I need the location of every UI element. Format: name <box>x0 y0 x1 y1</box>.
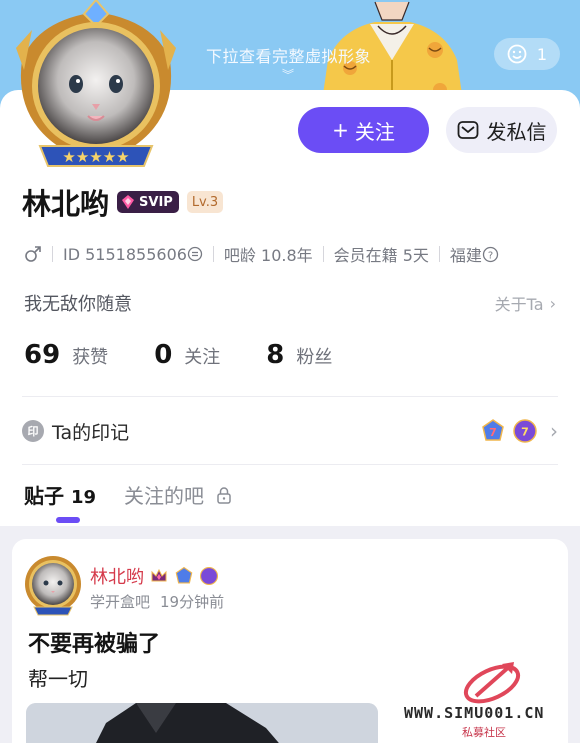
post-image[interactable] <box>26 703 378 743</box>
divider <box>52 246 53 262</box>
post-bar-name[interactable]: 学开盒吧 <box>90 591 150 612</box>
active-tab-indicator <box>56 517 80 523</box>
seal-row[interactable]: 印 Ta的印记 7 7 › <box>22 416 558 446</box>
divider <box>322 246 324 262</box>
level-badge: Lv.3 <box>186 191 224 213</box>
male-gender-icon <box>25 246 41 262</box>
seal-label: Ta的印记 <box>52 421 130 444</box>
message-label: 发私信 <box>486 119 547 144</box>
tab-followed-bars[interactable]: 关注的吧 <box>124 480 232 509</box>
smile-icon <box>507 44 527 64</box>
post-time: 19分钟前 <box>160 593 225 611</box>
crown-badge-icon <box>151 568 167 582</box>
membership-duration: 会员在籍 5天 <box>333 246 429 265</box>
stats-row: 69 获赞 0 关注 8 粉丝 <box>24 340 332 370</box>
section-divider <box>22 396 558 397</box>
pull-down-hint: 下拉查看完整虚拟形象 <box>206 47 372 66</box>
envelope-icon <box>457 121 478 139</box>
chevron-right-icon: › <box>549 293 556 313</box>
stat-following[interactable]: 0 关注 <box>154 340 220 370</box>
svip-badge[interactable]: SVIP <box>117 191 179 213</box>
chevron-right-icon: › <box>550 419 558 443</box>
svg-text:?: ? <box>488 250 493 261</box>
location[interactable]: 福建 ? <box>450 242 499 266</box>
post-author-avatar[interactable] <box>20 553 86 619</box>
level-badge-blue-icon <box>175 566 193 584</box>
svg-text:7: 7 <box>521 426 529 439</box>
watermark-subtitle: 私募社区 <box>462 726 506 739</box>
user-id[interactable]: ID 5151855606 <box>63 245 203 264</box>
post-meta: 学开盒吧 19分钟前 <box>90 591 224 612</box>
watermark-logo-icon <box>463 662 521 704</box>
svg-text:★★★★★: ★★★★★ <box>62 148 129 166</box>
site-watermark: WWW.SIMU001.CN 私募社区 <box>400 660 580 743</box>
bar-age: 吧龄 10.8年 <box>223 246 313 265</box>
emoji-reaction-button[interactable]: 1 <box>494 38 560 70</box>
seal-icon: 印 <box>22 420 44 442</box>
lock-icon <box>217 486 231 504</box>
stat-likes[interactable]: 69 获赞 <box>24 340 108 370</box>
post-author-name[interactable]: 林北哟 <box>90 563 144 589</box>
copy-icon[interactable] <box>187 246 203 262</box>
svg-text:7: 7 <box>489 426 497 439</box>
level-seven-badge-purple: 7 <box>513 419 537 443</box>
about-ta-link[interactable]: 关于Ta › <box>495 291 556 315</box>
divider <box>212 246 214 262</box>
emoji-count: 1 <box>536 44 548 64</box>
username: 林北哟 <box>22 187 110 221</box>
user-avatar[interactable]: ★★★★★ <box>4 0 188 172</box>
post-body: 帮一切 <box>28 667 88 691</box>
watermark-url: WWW.SIMU001.CN <box>404 704 545 722</box>
level-seven-badge-blue: 7 <box>482 419 504 441</box>
follow-label: 关注 <box>354 119 395 144</box>
divider <box>438 246 440 262</box>
profile-tabs: 贴子 19 关注的吧 <box>24 480 232 509</box>
name-row: 林北哟 SVIP Lv.3 <box>22 181 224 223</box>
plus-icon: + <box>332 118 349 142</box>
level-badge-purple-icon <box>199 566 219 586</box>
send-message-button[interactable]: 发私信 <box>446 107 557 153</box>
cat-photo-thumbnail <box>26 703 378 743</box>
diamond-icon <box>122 195 135 209</box>
stat-fans[interactable]: 8 粉丝 <box>266 340 332 370</box>
user-bio: 我无敌你随意 <box>24 294 132 315</box>
tab-posts[interactable]: 贴子 19 <box>24 480 96 509</box>
post-title: 不要再被骗了 <box>28 632 161 657</box>
help-icon[interactable]: ? <box>482 246 499 263</box>
chevron-down-icon: ︾ <box>282 68 295 82</box>
follow-button[interactable]: + 关注 <box>298 107 429 153</box>
profile-meta: ID 5151855606 吧龄 10.8年 会员在籍 5天 福建 ? <box>24 242 499 266</box>
post-author-row: 林北哟 <box>90 563 219 589</box>
section-divider <box>22 464 558 465</box>
seal-badges: 7 7 › <box>480 418 558 444</box>
